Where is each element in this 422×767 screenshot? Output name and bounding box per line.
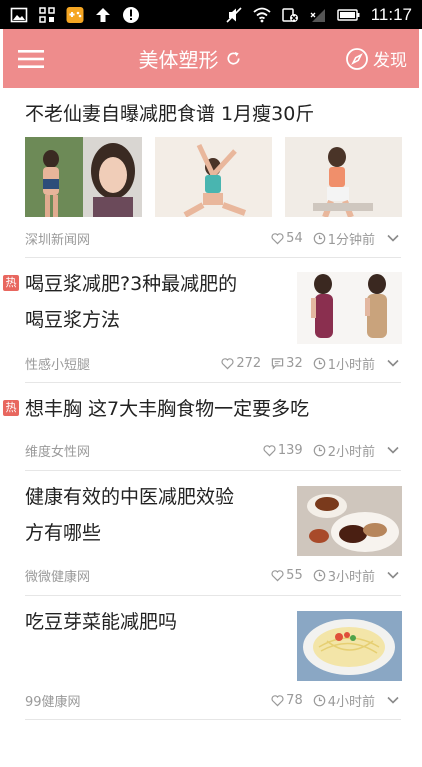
hot-badge: 热 [3, 275, 19, 291]
article-title: 健康有效的中医减肥效验 方有哪些 [25, 479, 234, 551]
timestamp: 2小时前 [313, 441, 375, 460]
wifi-icon [253, 6, 271, 24]
timestamp: 1小时前 [313, 354, 375, 373]
timestamp: 1分钟前 [313, 229, 375, 248]
article-source: 99健康网 [25, 694, 81, 710]
clock-icon [313, 357, 326, 369]
chevron-down-icon[interactable] [385, 230, 401, 246]
hamburger-icon [18, 49, 44, 68]
article-image[interactable] [155, 137, 272, 217]
likes: 55 [271, 568, 303, 583]
app-title-area[interactable]: 美体塑形 [59, 44, 345, 73]
chevron-down-icon[interactable] [385, 355, 401, 371]
clock-icon [313, 232, 326, 244]
mute-icon [225, 6, 243, 24]
status-bar: 11:17 [0, 0, 422, 29]
article-title: 吃豆芽菜能减肥吗 [25, 611, 178, 633]
time-label: 3小时前 [327, 569, 375, 585]
comment-icon [271, 357, 284, 370]
heart-icon [263, 444, 276, 456]
article-source: 性感小短腿 [25, 357, 91, 373]
article-image[interactable] [297, 486, 402, 556]
heart-icon [271, 569, 284, 581]
like-count: 78 [286, 692, 303, 708]
article-title-line: 方有哪些 [25, 522, 102, 544]
app-bar: 美体塑形 发现 [3, 29, 419, 88]
list-item[interactable]: 健康有效的中医减肥效验 方有哪些 微微健康网 55 3小时前 [3, 471, 419, 596]
likes: 78 [271, 693, 303, 708]
discover-button[interactable]: 发现 [345, 46, 419, 71]
article-source: 深圳新闻网 [25, 232, 91, 248]
divider [25, 719, 401, 720]
article-title-line: 喝豆浆减肥?3种最减肥的 [25, 273, 238, 295]
list-item[interactable]: 不老仙妻自曝减肥食谱 1月瘦30斤 深圳新闻网 54 1分钟前 [3, 88, 419, 258]
hot-badge: 热 [3, 400, 19, 416]
upload-arrow-icon [94, 6, 112, 24]
article-source: 维度女性网 [25, 444, 91, 460]
likes: 272 [221, 356, 261, 371]
image-icon [10, 6, 28, 24]
article-meta: 性感小短腿 272 32 1小时前 [25, 353, 401, 373]
heart-icon [271, 694, 284, 706]
chevron-down-icon[interactable] [385, 567, 401, 583]
article-image[interactable] [285, 137, 402, 217]
alert-icon [122, 6, 140, 24]
likes: 54 [271, 231, 303, 246]
grid-icon [38, 6, 56, 24]
chevron-down-icon[interactable] [385, 442, 401, 458]
time-label: 4小时前 [327, 694, 375, 710]
list-item[interactable]: 热 喝豆浆减肥?3种最减肥的 喝豆浆方法 性感小短腿 272 32 1小时前 [3, 258, 419, 383]
timestamp: 3小时前 [313, 566, 375, 585]
app-title: 美体塑形 [138, 48, 219, 72]
article-image[interactable] [25, 137, 142, 217]
like-count: 139 [277, 442, 303, 458]
like-count: 55 [286, 567, 303, 583]
sync-icon [281, 6, 299, 24]
like-count: 272 [236, 355, 262, 371]
clock-icon [313, 444, 326, 456]
article-meta: 99健康网 78 4小时前 [25, 690, 401, 710]
chevron-down-icon[interactable] [385, 692, 401, 708]
list-item[interactable]: 吃豆芽菜能减肥吗 99健康网 78 4小时前 [3, 596, 419, 720]
like-count: 54 [286, 230, 303, 246]
menu-button[interactable] [3, 29, 59, 88]
comment-count: 32 [286, 355, 303, 371]
article-image[interactable] [297, 611, 402, 681]
list-item[interactable]: 热 想丰胸 这7大丰胸食物一定要多吃 维度女性网 139 2小时前 [3, 383, 419, 471]
time-label: 2小时前 [327, 444, 375, 460]
heart-icon [221, 357, 234, 369]
article-title: 想丰胸 这7大丰胸食物一定要多吃 [25, 398, 310, 420]
time-label: 1小时前 [327, 357, 375, 373]
article-meta: 维度女性网 139 2小时前 [25, 440, 401, 460]
article-title-line: 健康有效的中医减肥效验 [25, 486, 235, 508]
article-title-line: 喝豆浆方法 [25, 309, 121, 331]
comments: 32 [271, 356, 303, 371]
article-title: 不老仙妻自曝减肥食谱 1月瘦30斤 [25, 103, 315, 125]
battery-icon [336, 6, 361, 24]
likes: 139 [263, 443, 303, 458]
status-time: 11:17 [370, 4, 412, 24]
game-icon [66, 6, 84, 24]
heart-icon [271, 232, 284, 244]
refresh-icon[interactable] [225, 50, 242, 67]
news-feed[interactable]: 不老仙妻自曝减肥食谱 1月瘦30斤 深圳新闻网 54 1分钟前 热 喝豆浆减肥?… [3, 88, 419, 720]
clock-icon [313, 569, 326, 581]
article-meta: 微微健康网 55 3小时前 [25, 565, 401, 585]
article-meta: 深圳新闻网 54 1分钟前 [25, 228, 401, 248]
signal-icon [309, 6, 327, 24]
timestamp: 4小时前 [313, 691, 375, 710]
clock-icon [313, 694, 326, 706]
discover-label: 发现 [373, 51, 407, 71]
article-title: 喝豆浆减肥?3种最减肥的 喝豆浆方法 [25, 266, 237, 338]
article-image[interactable] [297, 272, 402, 344]
article-source: 微微健康网 [25, 569, 91, 585]
compass-icon [346, 47, 368, 70]
time-label: 1分钟前 [327, 232, 375, 248]
